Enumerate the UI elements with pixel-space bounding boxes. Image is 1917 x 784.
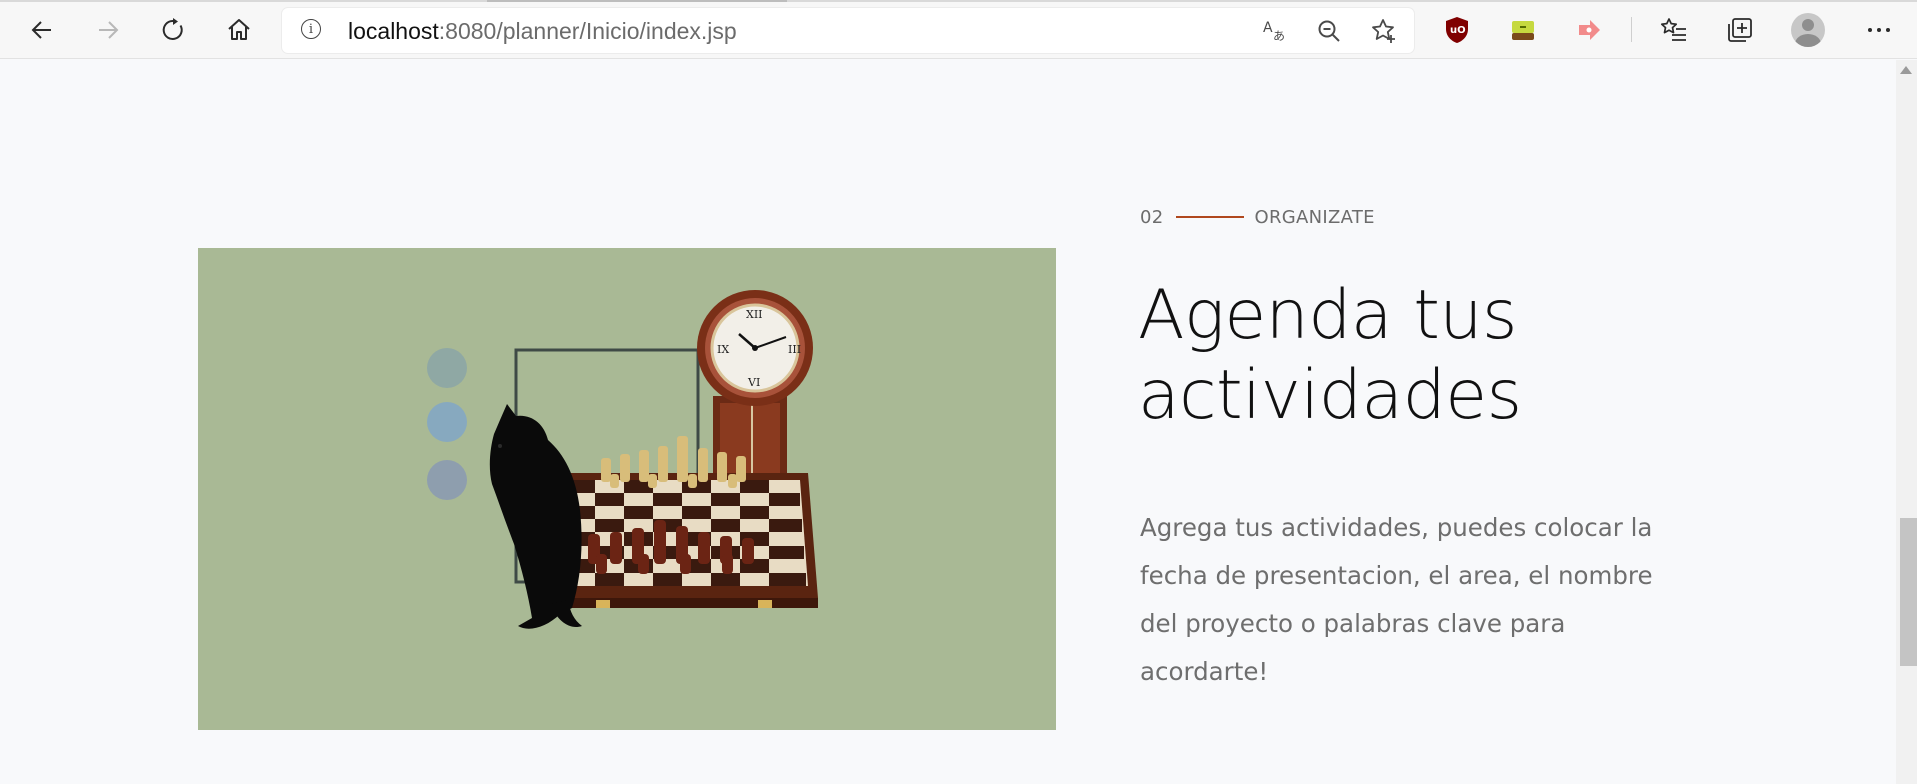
pot-extension-icon[interactable] <box>1505 12 1541 48</box>
collections-icon[interactable] <box>1722 12 1758 48</box>
illustration-art: XII III VI IX <box>427 290 818 629</box>
address-bar[interactable]: i localhost:8080/planner/Inicio/index.js… <box>282 8 1414 53</box>
scroll-up-arrow-icon[interactable] <box>1900 66 1912 74</box>
section-title-line-2: actividades <box>1138 356 1522 435</box>
url-text[interactable]: localhost:8080/planner/Inicio/index.jsp <box>348 18 737 44</box>
translate-icon[interactable]: Aあ <box>1258 14 1292 48</box>
page-scrollbar[interactable] <box>1896 60 1917 784</box>
svg-text:uO: uO <box>1450 25 1466 36</box>
scroll-thumb[interactable] <box>1900 518 1917 666</box>
svg-text:IX: IX <box>717 343 729 356</box>
section-label: ORGANIZATE <box>1254 206 1375 228</box>
eyebrow-divider-line <box>1175 216 1244 218</box>
avatar-head <box>1802 19 1814 31</box>
arrow-left-icon <box>31 21 51 39</box>
svg-text:VI: VI <box>747 376 760 389</box>
section-title: Agenda tus actividades <box>1138 276 1698 436</box>
tab-strip <box>0 0 1917 2</box>
svg-text:III: III <box>788 343 801 356</box>
section-description: Agrega tus actividades, puedes colocar l… <box>1140 513 1653 686</box>
decor-circle-3 <box>427 460 467 500</box>
arrow-right-icon <box>99 21 119 39</box>
svg-text:A: A <box>1263 20 1273 36</box>
browser-toolbar: i localhost:8080/planner/Inicio/index.js… <box>0 0 1917 59</box>
section-eyebrow: 02 ORGANIZATE <box>1140 205 1375 229</box>
svg-text:XII: XII <box>746 308 763 321</box>
favorites-list-icon[interactable] <box>1656 12 1692 48</box>
feature-illustration: XII III VI IX <box>198 248 1056 730</box>
zoom-out-icon[interactable] <box>1312 14 1346 48</box>
section-number: 02 <box>1140 206 1164 228</box>
home-icon <box>228 19 250 40</box>
info-icon[interactable]: i <box>301 19 321 39</box>
more-icon[interactable] <box>1861 12 1897 48</box>
home-button[interactable] <box>219 10 259 50</box>
decor-circle-2 <box>427 402 467 442</box>
active-tab-indicator <box>487 0 787 2</box>
section-title-line-1: Agenda tus <box>1138 276 1517 355</box>
back-button[interactable] <box>22 10 62 50</box>
profile-avatar-icon[interactable] <box>1791 13 1825 47</box>
svg-text:あ: あ <box>1273 29 1285 43</box>
ublock-origin-icon[interactable]: uO <box>1439 12 1475 48</box>
toolbar-separator <box>1631 17 1632 42</box>
refresh-button[interactable] <box>153 10 193 50</box>
star-add-icon[interactable] <box>1367 14 1401 48</box>
refresh-icon <box>162 18 183 40</box>
arrow-extension-icon[interactable] <box>1571 12 1607 48</box>
url-host: localhost <box>348 18 439 44</box>
cat-icon <box>489 404 582 629</box>
url-path: :8080/planner/Inicio/index.jsp <box>438 18 737 44</box>
decor-circle-1 <box>427 348 467 388</box>
avatar-body <box>1795 34 1821 47</box>
forward-button[interactable] <box>88 10 128 50</box>
